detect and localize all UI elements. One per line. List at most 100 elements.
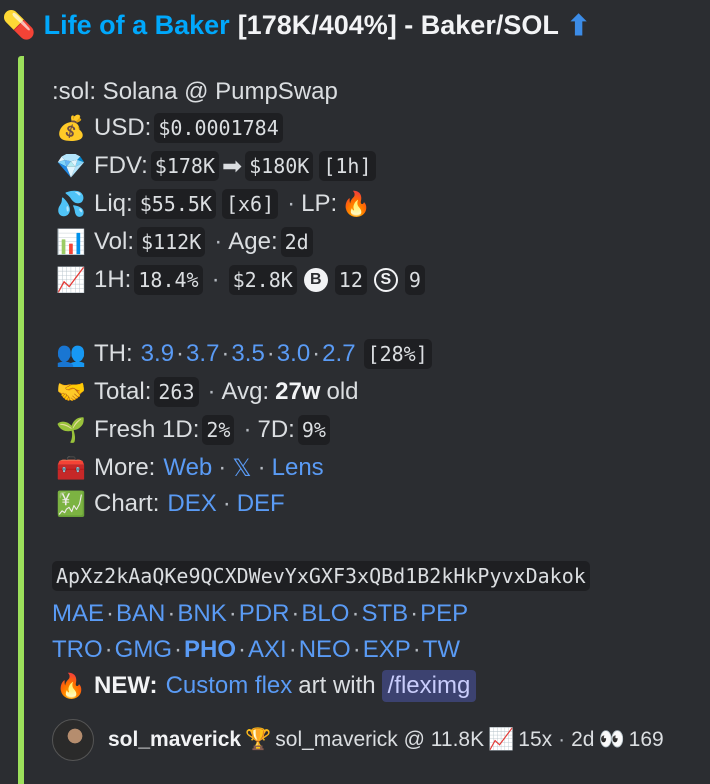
fresh-1d: 2% (202, 415, 235, 445)
dex-link[interactable]: DEX (167, 490, 216, 518)
h1-sells: 9 (404, 265, 425, 295)
platform-link[interactable]: PEP (420, 600, 468, 628)
separator: · (222, 490, 231, 517)
h1-amount: $2.8K (228, 265, 297, 295)
fleximg-command[interactable]: /fleximg (381, 670, 477, 702)
usd-label: USD: (94, 114, 152, 141)
sweat-droplets-icon: 💦 (56, 190, 86, 218)
th-value[interactable]: 3.5 (231, 340, 264, 368)
footer-caller: sol_maverick @ 11.8K (275, 728, 485, 751)
more-line: 🧰 More: Web · 𝕏 · Lens (52, 450, 324, 486)
avg-value: 27w (275, 378, 321, 405)
age-label: Age: (228, 228, 278, 255)
platform-links-row-1: MAE · BAN · BNK · PDR · BLO · STB · PEP (52, 600, 469, 628)
th-value[interactable]: 3.0 (277, 340, 310, 368)
yen-chart-icon: 💹 (56, 490, 86, 518)
chain-text: :sol: Solana @ PumpSwap (52, 78, 338, 105)
total-line: 🤝 Total: 263 · Avg: 27w old (52, 374, 359, 410)
separator: · (211, 266, 220, 293)
chain-line: :sol: Solana @ PumpSwap (52, 74, 338, 110)
separator: · (243, 416, 252, 443)
busts-icon: 👥 (56, 340, 86, 368)
th-pct: [28%] (363, 339, 432, 369)
platform-link[interactable]: PDR (239, 600, 290, 628)
fdv-to: $180K (245, 151, 314, 181)
lp-label: LP: (301, 190, 338, 217)
chart-increasing-icon: 📈 (488, 728, 515, 751)
platform-link[interactable]: EXP (363, 636, 411, 664)
fresh-label: Fresh 1D: (94, 416, 200, 443)
new-label: NEW: (94, 672, 158, 699)
fire-icon: 🔥 (56, 672, 86, 700)
fdv-period: [1h] (319, 151, 376, 181)
platform-link[interactable]: BLO (301, 600, 349, 628)
title-link[interactable]: Life of a Baker (44, 10, 230, 41)
liq-label: Liq: (94, 190, 133, 217)
platform-link[interactable]: BNK (177, 600, 226, 628)
eyes-icon: 👀 (598, 728, 625, 751)
footer-age: 2d (571, 728, 595, 751)
message-title: 💊 Life of a Baker [178K/404%] - Baker/SO… (0, 0, 710, 50)
th-value[interactable]: 3.9 (141, 340, 174, 368)
h1-buys: 12 (334, 265, 367, 295)
th-label: TH: (94, 340, 133, 367)
footer-username[interactable]: sol_maverick (108, 728, 241, 752)
trophy-icon: 🏆 (245, 728, 272, 751)
h1-label: 1H: (94, 266, 132, 293)
address-line: ApXz2kAaQKe9QCXDWevYxGXF3xQBd1B2kHkPyvxD… (52, 558, 593, 594)
platform-link[interactable]: PHO (184, 636, 236, 664)
age-value: 2d (280, 227, 313, 257)
lens-link[interactable]: Lens (272, 454, 324, 482)
platform-link[interactable]: NEO (299, 636, 351, 664)
separator: · (207, 378, 216, 405)
fresh-7d-label: 7D: (257, 416, 295, 443)
h1-line: 📈 1H: 18.4% · $2.8K B 12 S 9 (52, 262, 428, 298)
fresh-line: 🌱 Fresh 1D: 2% · 7D: 9% (52, 412, 333, 448)
total-label: Total: (94, 378, 152, 405)
platform-link[interactable]: TW (423, 636, 460, 664)
platform-link[interactable]: TRO (52, 636, 103, 664)
platform-link[interactable]: GMG (115, 636, 172, 664)
new-line: 🔥 NEW: Custom flex art with /fleximg (52, 668, 477, 704)
th-value[interactable]: 2.7 (322, 340, 355, 368)
x-link[interactable]: 𝕏 (232, 454, 251, 483)
liq-value: $55.5K (135, 189, 216, 219)
h1-pct: 18.4% (134, 265, 203, 295)
custom-flex-link[interactable]: Custom flex (166, 672, 293, 700)
embed-footer: sol_maverick 🏆 sol_maverick @ 11.8K 📈 15… (52, 718, 664, 762)
platform-link[interactable]: STB (361, 600, 408, 628)
sell-badge-icon: S (373, 268, 398, 292)
usd-value: $0.0001784 (154, 113, 283, 143)
vol-label: Vol: (94, 228, 135, 255)
money-bag-icon: 💰 (56, 114, 86, 142)
fdv-label: FDV: (94, 152, 148, 179)
gem-icon: 💎 (56, 152, 86, 180)
fire-icon: 🔥 (341, 190, 372, 218)
fdv-from: $178K (150, 151, 219, 181)
fdv-line: 💎 FDV: $178K ➡ $180K [1h] (52, 148, 379, 184)
more-label: More: (94, 454, 156, 481)
platform-link[interactable]: AXI (248, 636, 287, 664)
total-value: 263 (154, 377, 199, 407)
separator: · (218, 454, 227, 481)
platform-link[interactable]: BAN (116, 600, 165, 628)
chart-increasing-icon: 📈 (56, 266, 86, 294)
handshake-icon: 🤝 (56, 378, 86, 406)
web-link[interactable]: Web (163, 454, 212, 482)
vol-value: $112K (137, 227, 206, 257)
separator: · (214, 228, 223, 255)
platform-link[interactable]: MAE (52, 600, 104, 628)
buy-badge-icon: B (303, 268, 328, 292)
def-link[interactable]: DEF (237, 490, 285, 518)
bar-chart-icon: 📊 (56, 228, 86, 256)
user-avatar[interactable] (52, 719, 94, 761)
seedling-icon: 🌱 (56, 416, 86, 444)
avg-suffix: old (326, 378, 359, 405)
th-value[interactable]: 3.7 (186, 340, 219, 368)
chart-label: Chart: (94, 490, 160, 517)
contract-address[interactable]: ApXz2kAaQKe9QCXDWevYxGXF3xQBd1B2kHkPyvxD… (52, 561, 590, 591)
new-text: art with (298, 672, 376, 699)
th-line: 👥 TH: 3.9 · 3.7 · 3.5 · 3.0 · 2.7 [28%] (52, 336, 435, 372)
liq-line: 💦 Liq: $55.5K [x6] · LP: 🔥 (52, 186, 379, 222)
pill-icon: 💊 (2, 10, 36, 40)
